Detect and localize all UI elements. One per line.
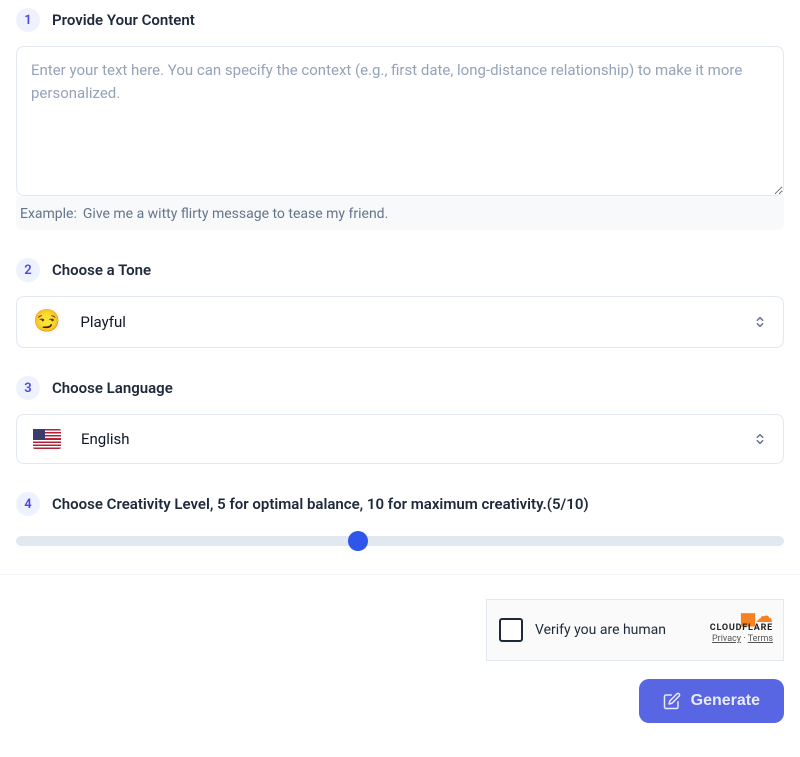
action-row: Generate	[0, 679, 800, 733]
step-number-badge: 1	[16, 8, 40, 32]
language-select[interactable]: English	[16, 414, 784, 464]
step-header: 1 Provide Your Content	[16, 8, 784, 32]
step-creativity-level: 4 Choose Creativity Level, 5 for optimal…	[16, 492, 784, 558]
cloudflare-captcha: Verify you are human ▅☁ CLOUDFLARE Priva…	[486, 599, 784, 661]
tone-selected-label: Playful	[80, 313, 125, 331]
step-header: 2 Choose a Tone	[16, 258, 784, 282]
step-number-badge: 2	[16, 258, 40, 282]
captcha-links: Privacy · Terms	[710, 635, 773, 644]
example-label: Example:	[20, 206, 77, 222]
tone-select[interactable]: 😏 Playful	[16, 296, 784, 348]
step-choose-tone: 2 Choose a Tone 😏 Playful	[16, 258, 784, 348]
step-number-badge: 3	[16, 376, 40, 400]
step-title: Choose Language	[52, 379, 173, 397]
captcha-brand-name: CLOUDFLARE	[710, 624, 773, 633]
section-divider	[0, 574, 800, 575]
step-provide-content: 1 Provide Your Content Example: Give me …	[16, 8, 784, 230]
step-choose-language: 3 Choose Language English	[16, 376, 784, 464]
step-header: 3 Choose Language	[16, 376, 784, 400]
generate-button[interactable]: Generate	[639, 679, 784, 723]
chevron-up-down-icon	[753, 315, 767, 329]
step-number-badge: 4	[16, 492, 40, 516]
creativity-slider-wrap	[16, 530, 784, 558]
example-text: Give me a witty flirty message to tease …	[83, 206, 388, 222]
captcha-brand: ▅☁ CLOUDFLARE Privacy · Terms	[710, 608, 773, 644]
chevron-up-down-icon	[753, 432, 767, 446]
content-textarea[interactable]	[16, 46, 784, 196]
us-flag-icon	[33, 429, 61, 449]
step-header: 4 Choose Creativity Level, 5 for optimal…	[16, 492, 784, 516]
step-title: Choose Creativity Level, 5 for optimal b…	[52, 495, 589, 513]
generate-button-label: Generate	[691, 692, 760, 710]
edit-icon	[663, 692, 681, 710]
captcha-terms-link[interactable]: Terms	[748, 634, 773, 644]
captcha-row: Verify you are human ▅☁ CLOUDFLARE Priva…	[0, 599, 800, 661]
creativity-slider[interactable]	[16, 536, 784, 546]
captcha-checkbox[interactable]	[499, 618, 523, 642]
step-title: Choose a Tone	[52, 261, 151, 279]
step-title: Provide Your Content	[52, 11, 195, 29]
captcha-label: Verify you are human	[535, 622, 666, 638]
language-selected-label: English	[81, 430, 130, 448]
captcha-privacy-link[interactable]: Privacy	[712, 634, 741, 644]
smirk-emoji-icon: 😏	[33, 311, 60, 333]
example-hint: Example: Give me a witty flirty message …	[16, 196, 784, 230]
